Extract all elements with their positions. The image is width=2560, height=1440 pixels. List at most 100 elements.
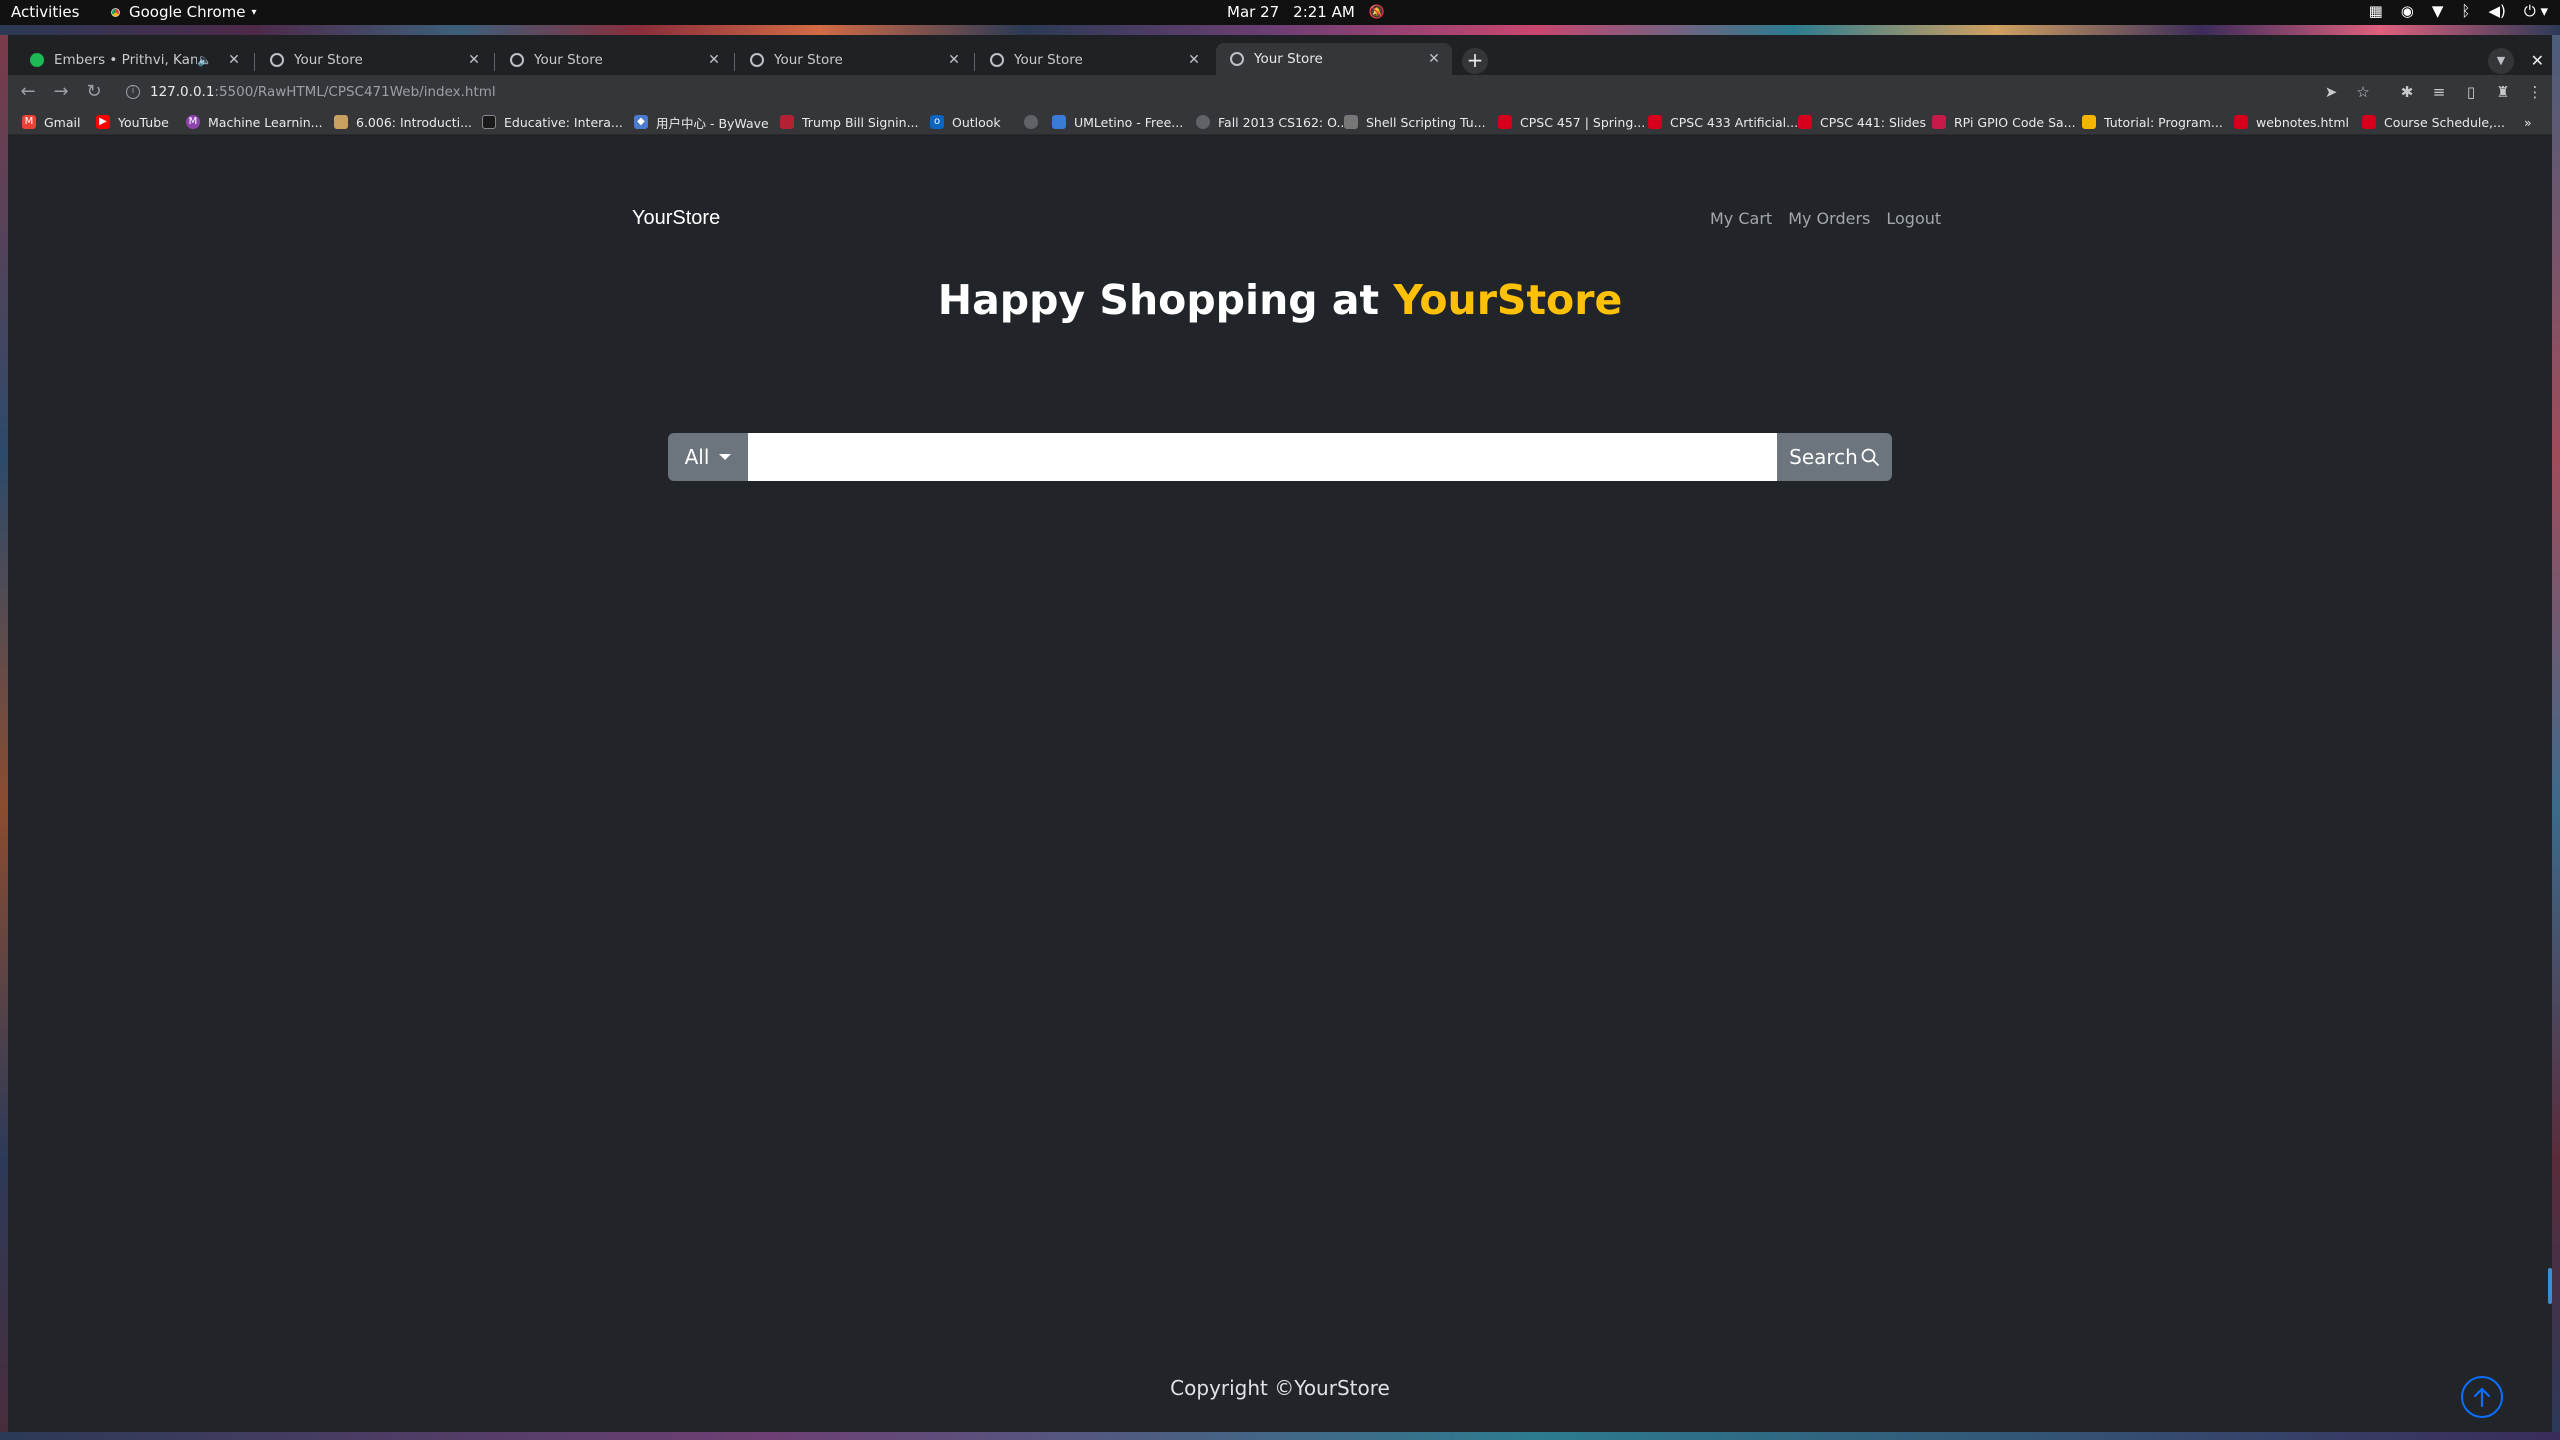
system-tray[interactable]: ▦ ◉ ▼ ᛒ ◀) ⏻ ▾ [2369,2,2548,20]
tab-spotify[interactable]: Embers • Prithvi, Kanisan 🔈 ✕ [16,45,252,75]
navbar-brand[interactable]: YourStore [632,207,720,230]
gmail-icon: M [22,115,36,129]
bookmark-item[interactable]: Tutorial: Program... [2082,112,2223,132]
close-tab-icon[interactable]: ✕ [1424,51,1444,67]
wallpaper-bottom-edge [0,1432,2560,1440]
tab-title: Your Store [294,52,363,68]
hero-brand: YourStore [1393,276,1623,324]
category-label: All [684,445,710,469]
tab-divider [734,53,735,71]
tab-yourstore-1[interactable]: Your Store ✕ [256,45,492,75]
workspace-icon[interactable]: ▦ [2369,2,2383,20]
tab-yourstore-2[interactable]: Your Store ✕ [496,45,732,75]
search-button[interactable]: Search [1777,433,1892,481]
bookmarks-bar: M Gmail ▶ YouTube M Machine Learnin... 6.00… [8,109,2552,135]
close-tab-icon[interactable]: ✕ [704,52,724,68]
close-tab-icon[interactable]: ✕ [464,52,484,68]
scrollbar-thumb[interactable] [2548,1268,2552,1304]
power-icon[interactable]: ⏻ ▾ [2524,2,2548,20]
outlook-icon: o [930,115,944,129]
bookmark-item[interactable]: Trump Bill Signin... [780,112,919,132]
menu-icon[interactable]: ⋮ [2524,81,2546,103]
more-bookmarks-icon[interactable]: » [2524,112,2532,132]
back-icon[interactable]: ← [16,80,40,104]
news-icon [780,115,794,129]
back-to-top-button[interactable] [2461,1376,2503,1418]
tab-search-button[interactable]: ▼ [2488,48,2514,74]
site-info-icon[interactable]: i [126,85,140,99]
send-icon[interactable]: ➤ [2320,81,2342,103]
hero-prefix: Happy Shopping at [937,276,1394,324]
ocw-icon [334,115,348,129]
bookmark-item[interactable]: webnotes.html [2234,112,2349,132]
caret-down-icon: ▾ [251,6,257,18]
ucalgary-icon [1498,115,1512,129]
browser-toolbar: ← → ↻ i 127.0.0.1:5500/RawHTML/CPSC471We… [8,75,2552,109]
tab-divider [494,53,495,71]
bookmark-item[interactable]: ◆ 用户中心 - ByWave [634,112,769,132]
bookmark-item[interactable]: Fall 2013 CS162: O... [1196,112,1348,132]
bookmark-item[interactable]: 6.006: Introducti... [334,112,472,132]
forward-icon[interactable]: → [49,80,73,104]
bookmark-item[interactable]: CPSC 457 | Spring... [1498,112,1645,132]
bluetooth-icon[interactable]: ᛒ [2461,2,2470,20]
profile-icon[interactable]: ♜ [2492,81,2514,103]
bookmark-item[interactable]: o Outlook [930,112,1001,132]
page-title: Happy Shopping at YourStore [8,276,2552,324]
tab-title: Embers • Prithvi, Kanisan [54,52,198,68]
shell-icon [1344,115,1358,129]
nav-my-cart[interactable]: My Cart [1710,209,1772,228]
close-tab-icon[interactable]: ✕ [944,52,964,68]
close-tab-icon[interactable]: ✕ [1184,52,1204,68]
chrome-window: Embers • Prithvi, Kanisan 🔈 ✕ Your Store… [8,35,2552,1432]
bookmark-star-icon[interactable]: ☆ [2352,81,2374,103]
url-text[interactable]: 127.0.0.1:5500/RawHTML/CPSC471Web/index.… [150,84,496,100]
speaker-icon[interactable]: 🔈 [197,53,212,67]
spotify-icon [30,53,44,67]
activities-button[interactable]: Activities [11,3,79,21]
new-tab-button[interactable]: + [1462,48,1488,74]
window-close-icon[interactable]: ✕ [2531,51,2544,70]
bookmark-item[interactable]: M Machine Learnin... [186,112,323,132]
globe-icon [750,53,764,67]
bookmark-item[interactable]: CPSC 433 Artificial... [1648,112,1798,132]
tab-title: Your Store [1254,51,1323,67]
app-name: Google Chrome [129,3,246,21]
bookmark-item[interactable]: RPi GPIO Code Sa... [1932,112,2076,132]
volume-icon[interactable]: ◀) [2488,2,2505,20]
side-panel-icon[interactable]: ▯ [2460,81,2482,103]
nav-my-orders[interactable]: My Orders [1788,209,1870,228]
wallpaper-right-edge [2552,35,2560,1440]
tab-yourstore-active[interactable]: Your Store ✕ [1216,43,1452,75]
close-tab-icon[interactable]: ✕ [224,52,244,68]
globe-icon [1024,115,1038,129]
address-bar[interactable]: i 127.0.0.1:5500/RawHTML/CPSC471Web/inde… [116,78,2398,106]
bookmark-item[interactable]: CPSC 441: Slides [1798,112,1926,132]
bookmark-item[interactable]: M Gmail [22,112,80,132]
reading-list-icon[interactable]: ≡ [2428,81,2450,103]
tab-yourstore-3[interactable]: Your Store ✕ [736,45,972,75]
extensions-icon[interactable]: ✱ [2396,81,2418,103]
discord-icon[interactable]: ◉ [2401,2,2414,20]
bookmark-item[interactable]: Educative: Intera... [482,112,623,132]
search-button-label: Search [1789,445,1858,469]
search-input[interactable] [748,433,1777,481]
category-dropdown[interactable]: All [668,433,748,481]
bookmark-item[interactable] [1024,112,1046,132]
bookmark-item[interactable]: Course Schedule,... [2362,112,2505,132]
wifi-icon[interactable]: ▼ [2432,2,2444,20]
nav-logout[interactable]: Logout [1886,209,1941,228]
m-icon: M [186,115,200,129]
clock-time: 2:21 AM [1293,3,1355,21]
clock[interactable]: Mar 27 2:21 AM 🔕 [1227,3,1385,21]
tab-yourstore-4[interactable]: Your Store ✕ [976,45,1212,75]
reload-icon[interactable]: ↻ [82,80,106,104]
bookmark-item[interactable]: Shell Scripting Tu... [1344,112,1486,132]
app-menu[interactable]: Google Chrome ▾ [108,3,257,21]
bookmark-item[interactable]: UMLetino - Free... [1052,112,1183,132]
bookmark-item[interactable]: ▶ YouTube [96,112,169,132]
umletino-icon [1052,115,1066,129]
tab-title: Your Store [774,52,843,68]
rpi-icon [1932,115,1946,129]
ucalgary-icon [1648,115,1662,129]
